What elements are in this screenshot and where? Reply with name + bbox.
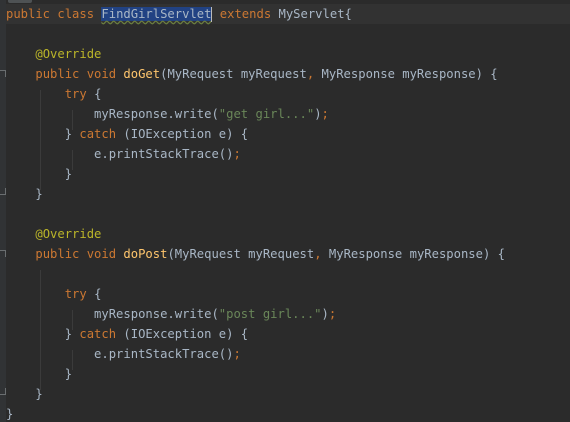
code-token: "get girl..." bbox=[218, 107, 315, 121]
code-token: FindGirlServlet bbox=[101, 7, 212, 21]
code-line[interactable]: @Override bbox=[6, 224, 101, 244]
tab-stub bbox=[8, 0, 32, 3]
code-token: (MyRequest myRequest bbox=[167, 247, 315, 261]
code-token: try bbox=[64, 287, 95, 301]
code-token: MyResponse myResponse) { bbox=[328, 247, 505, 261]
code-token: public class bbox=[6, 7, 102, 21]
code-line[interactable]: e.printStackTrace(); bbox=[6, 144, 241, 164]
code-token: "post girl..." bbox=[218, 307, 322, 321]
code-token: @Override bbox=[35, 227, 102, 241]
code-token: myResponse.write( bbox=[6, 307, 219, 321]
code-token: public void bbox=[35, 247, 124, 261]
code-line[interactable]: public void doPost(MyRequest myRequest, … bbox=[6, 244, 505, 264]
code-token: @Override bbox=[35, 47, 102, 61]
code-token: try bbox=[64, 87, 95, 101]
code-token: } bbox=[6, 167, 73, 181]
code-token: myResponse.write( bbox=[6, 107, 219, 121]
code-line[interactable]: public void doGet(MyRequest myRequest, M… bbox=[6, 64, 498, 84]
code-token: (IOException e) { bbox=[123, 327, 249, 341]
code-token: extends bbox=[219, 7, 279, 21]
code-token: ; bbox=[321, 107, 329, 121]
code-token: MyResponse myResponse) { bbox=[321, 67, 498, 81]
code-editor[interactable]: public class FindGirlServlet extends MyS… bbox=[0, 0, 570, 422]
code-token: ; bbox=[328, 307, 337, 321]
code-token: (IOException e) { bbox=[123, 127, 249, 141]
code-token: doPost bbox=[123, 247, 168, 261]
code-token: public void bbox=[35, 67, 124, 81]
code-line[interactable]: myResponse.write("get girl..."); bbox=[6, 104, 329, 124]
code-token: , bbox=[306, 67, 322, 81]
code-line[interactable]: try { bbox=[6, 84, 102, 104]
code-token: doGet bbox=[123, 67, 161, 81]
code-token: } bbox=[6, 387, 43, 401]
code-token: ) bbox=[321, 307, 329, 321]
code-line[interactable]: } bbox=[6, 404, 13, 422]
code-line[interactable]: e.printStackTrace(); bbox=[6, 344, 241, 364]
code-token: } bbox=[6, 327, 80, 341]
code-token: (MyRequest myRequest bbox=[160, 67, 307, 81]
code-token: ) bbox=[314, 107, 322, 121]
code-token: } bbox=[6, 367, 73, 381]
code-token: catch bbox=[79, 127, 124, 141]
code-token: } bbox=[6, 407, 14, 421]
code-line[interactable]: } catch (IOException e) { bbox=[6, 324, 248, 344]
code-line[interactable]: } bbox=[6, 184, 43, 204]
code-token: { bbox=[94, 87, 102, 101]
code-line[interactable]: } bbox=[6, 364, 72, 384]
code-line[interactable]: } bbox=[6, 384, 43, 404]
code-line[interactable]: } catch (IOException e) { bbox=[6, 124, 248, 144]
code-token: , bbox=[314, 247, 329, 261]
code-token: catch bbox=[79, 327, 124, 341]
code-token: ; bbox=[233, 147, 241, 161]
code-token: e.printStackTrace() bbox=[6, 347, 234, 361]
code-token: { bbox=[94, 287, 102, 301]
code-token: ; bbox=[233, 347, 241, 361]
code-token: e.printStackTrace() bbox=[6, 147, 234, 161]
code-line[interactable]: } bbox=[6, 164, 72, 184]
code-token: } bbox=[6, 127, 80, 141]
code-token: } bbox=[6, 187, 43, 201]
code-line[interactable]: @Override bbox=[6, 44, 101, 64]
code-token: MyServlet{ bbox=[278, 7, 352, 21]
code-line[interactable]: try { bbox=[6, 284, 102, 304]
code-line[interactable]: public class FindGirlServlet extends MyS… bbox=[6, 4, 352, 24]
code-line[interactable]: myResponse.write("post girl..."); bbox=[6, 304, 336, 324]
